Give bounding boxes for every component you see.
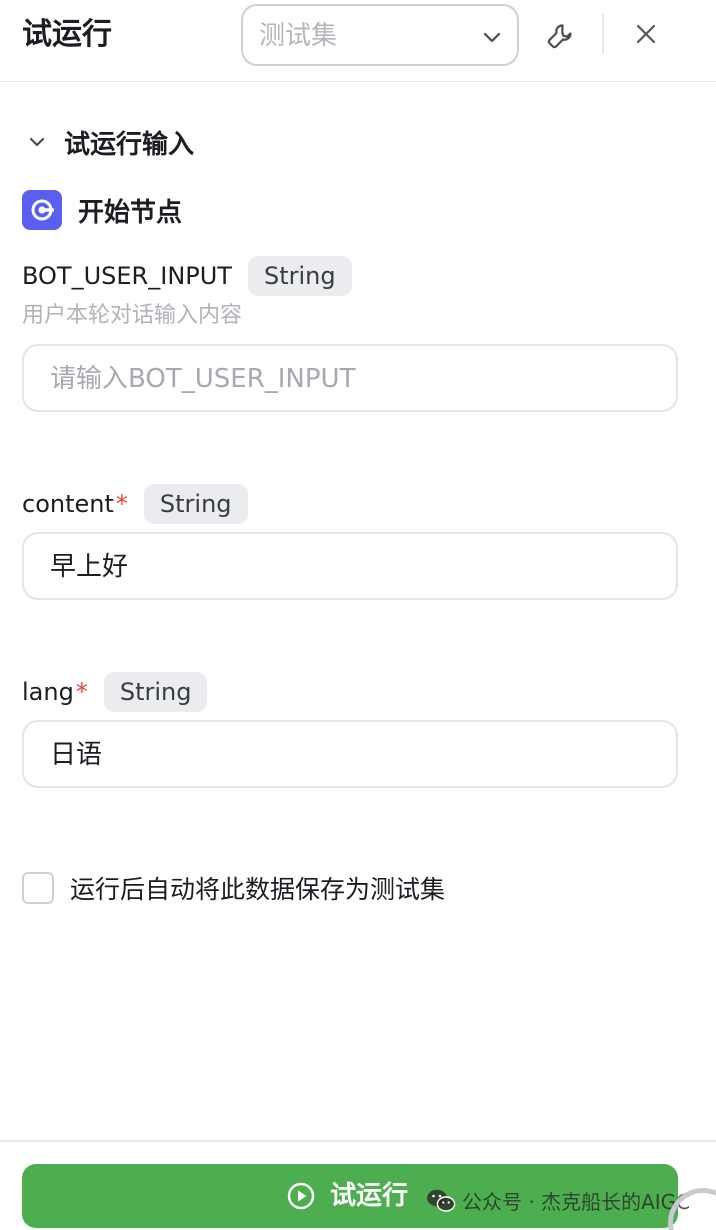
field-name: BOT_USER_INPUT bbox=[22, 262, 232, 290]
bot-user-input-field[interactable]: 请输入BOT_USER_INPUT bbox=[22, 344, 678, 412]
section-toggle-test-input[interactable]: 试运行输入 bbox=[26, 122, 326, 162]
tool-button[interactable] bbox=[540, 16, 580, 56]
chevron-down-icon bbox=[29, 137, 45, 147]
watermark-text: 公众号 · 杰克船长的AIGC bbox=[462, 1190, 691, 1214]
required-mark: * bbox=[115, 490, 128, 518]
test-run-panel: 试运行 测试集 试运行输入 开始节点 BOT_USER_INPUT String… bbox=[0, 0, 716, 1230]
play-circle-icon bbox=[287, 1182, 315, 1210]
lang-field[interactable]: 日语 bbox=[22, 720, 678, 788]
footer-divider bbox=[0, 1140, 716, 1142]
section-title: 试运行输入 bbox=[64, 129, 195, 160]
field-description: 用户本轮对话输入内容 bbox=[22, 303, 243, 328]
testset-select-placeholder: 测试集 bbox=[259, 21, 338, 51]
field-name: lang bbox=[22, 678, 74, 706]
node-title: 开始节点 bbox=[78, 197, 183, 228]
type-tag: String bbox=[103, 672, 208, 712]
start-node-icon bbox=[22, 190, 62, 230]
content-field[interactable]: 早上好 bbox=[22, 532, 678, 600]
run-button-content: 试运行 bbox=[286, 1177, 408, 1215]
input-value: 日语 bbox=[50, 740, 103, 770]
chevron-down-icon bbox=[483, 32, 501, 43]
panel-title: 试运行 bbox=[22, 17, 112, 52]
type-tag: String bbox=[143, 484, 248, 524]
field-label-bot-user-input: BOT_USER_INPUT String bbox=[22, 256, 352, 296]
type-tag: String bbox=[247, 256, 352, 296]
watermark: 公众号 · 杰克船长的AIGC bbox=[426, 1186, 690, 1215]
close-button[interactable] bbox=[628, 16, 664, 52]
panel-header: 试运行 测试集 bbox=[0, 0, 716, 82]
field-name: content bbox=[22, 490, 114, 518]
save-as-testset-label: 运行后自动将此数据保存为测试集 bbox=[70, 875, 446, 904]
wrench-icon bbox=[547, 24, 572, 49]
input-value: 早上好 bbox=[50, 552, 129, 582]
wechat-icon bbox=[427, 1189, 456, 1212]
field-label-lang: lang * String bbox=[22, 672, 208, 712]
input-placeholder: 请输入BOT_USER_INPUT bbox=[50, 364, 356, 394]
save-as-testset-option[interactable]: 运行后自动将此数据保存为测试集 bbox=[22, 870, 445, 906]
save-as-testset-checkbox[interactable] bbox=[22, 872, 54, 904]
run-button-label: 试运行 bbox=[330, 1181, 409, 1211]
header-divider bbox=[602, 14, 604, 54]
required-mark: * bbox=[75, 678, 88, 706]
start-node-header: 开始节点 bbox=[22, 190, 182, 230]
close-icon bbox=[636, 24, 656, 44]
field-label-content: content * String bbox=[22, 484, 248, 524]
testset-select[interactable]: 测试集 bbox=[241, 4, 519, 66]
